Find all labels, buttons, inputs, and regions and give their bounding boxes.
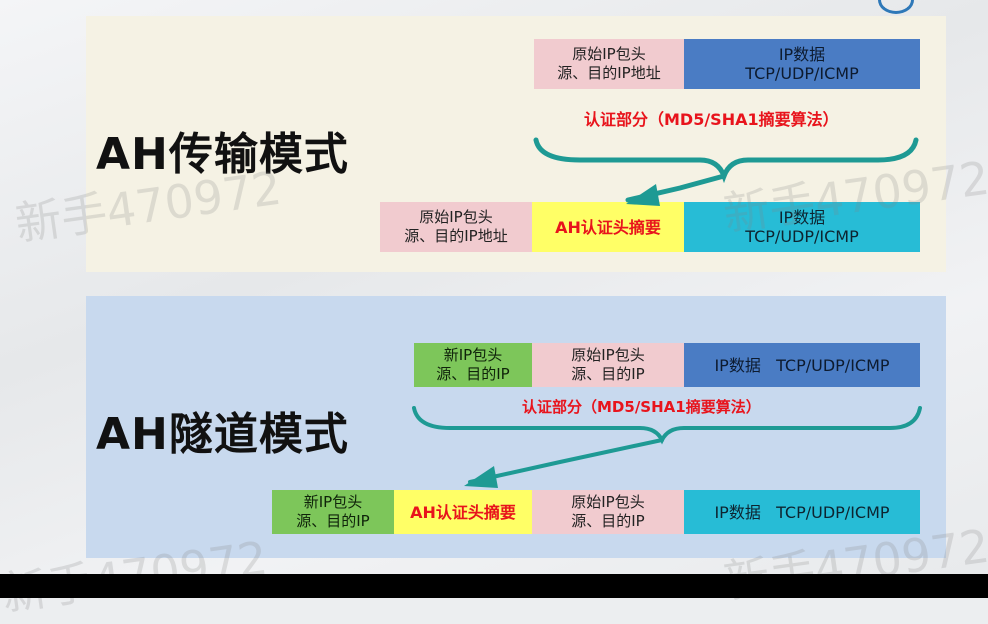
ah-label: AH认证头摘要 [410, 502, 516, 522]
transport-auth-label: 认证部分（MD5/SHA1摘要算法） [584, 110, 839, 129]
transport-result-ip-header: 原始IP包头 源、目的IP地址 [380, 202, 532, 252]
ah-label: AH认证头摘要 [555, 217, 661, 237]
new-header-line2: 源、目的IP [436, 365, 510, 383]
data-line2: TCP/UDP/ICMP [745, 64, 859, 83]
header-line2: 源、目的IP地址 [557, 64, 661, 82]
tunnel-original-ip-header: 原始IP包头 源、目的IP [532, 343, 684, 387]
tunnel-original-ip-data: IP数据 TCP/UDP/ICMP [684, 343, 920, 387]
tunnel-result-original-ip-header: 原始IP包头 源、目的IP [532, 490, 684, 534]
tunnel-ah-header: AH认证头摘要 [394, 490, 532, 534]
tunnel-mode-title: AH隧道模式 [96, 409, 349, 460]
tunnel-new-ip-header: 新IP包头 源、目的IP [414, 343, 532, 387]
orig-header-line2: 源、目的IP [571, 512, 645, 530]
new-header-line2: 源、目的IP [296, 512, 370, 530]
orig-header-line1: 原始IP包头 [571, 346, 645, 364]
header-line2: 源、目的IP地址 [404, 227, 508, 245]
new-header-line1: 新IP包头 [443, 346, 503, 364]
header-line1: 原始IP包头 [419, 208, 493, 226]
orig-header-line1: 原始IP包头 [571, 493, 645, 511]
tunnel-auth-label: 认证部分（MD5/SHA1摘要算法） [522, 398, 761, 416]
transport-original-ip-data: IP数据 TCP/UDP/ICMP [684, 39, 920, 89]
bottom-bar [0, 574, 988, 598]
transport-original-ip-header: 原始IP包头 源、目的IP地址 [534, 39, 684, 89]
transport-ah-header: AH认证头摘要 [532, 202, 684, 252]
new-header-line1: 新IP包头 [303, 493, 363, 511]
header-line1: 原始IP包头 [572, 45, 646, 63]
tunnel-result-new-ip-header: 新IP包头 源、目的IP [272, 490, 394, 534]
orig-header-line2: 源、目的IP [571, 365, 645, 383]
data-line1: IP数据 [778, 45, 826, 64]
